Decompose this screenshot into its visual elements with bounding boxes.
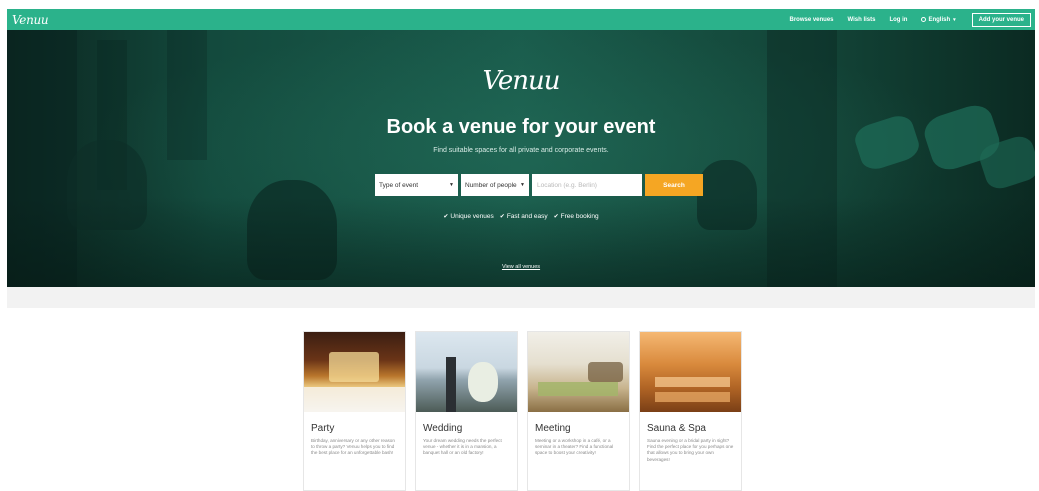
language-selector[interactable]: English ▾ [921,16,956,23]
feature-list: ✔ Unique venues ✔ Fast and easy ✔ Free book… [7,213,1035,220]
chevron-down-icon: ▾ [953,16,956,23]
feature-item: ✔ Unique venues [443,213,493,220]
hero-subtitle: Find suitable spaces for all private and… [433,147,609,154]
sauna-bench [655,392,730,402]
event-category-cards: Party Birthday, anniversary or any other… [303,331,751,491]
check-icon: ✔ [443,214,449,220]
sauna-bench [655,377,730,387]
tables [304,387,405,412]
main-nav: Browse venues Wish lists Log in English ▾… [775,9,1035,30]
globe-icon [921,16,927,22]
category-card-meeting[interactable]: Meeting Meeting or a workshop in a café,… [527,331,630,491]
card-title: Wedding [423,423,463,434]
feature-item: ✔ Fast and easy [500,213,548,220]
type-of-event-label: Type of event [379,181,419,189]
groom-figure [446,357,456,412]
number-of-people-select[interactable]: Number of people ▼ [461,174,529,196]
dropdown-arrow-icon: ▼ [449,182,454,188]
card-title: Meeting [535,423,571,434]
hero-bottom-shade [7,197,1035,287]
location-input[interactable] [532,174,642,196]
wish-lists-link[interactable]: Wish lists [848,17,876,23]
hero-title: Book a venue for your event [386,116,656,138]
search-button[interactable]: Search [645,174,703,196]
category-card-party[interactable]: Party Birthday, anniversary or any other… [303,331,406,491]
wedding-image [416,332,517,412]
header-logo[interactable]: Venuu [12,13,49,27]
card-description: Your dream wedding needs the perfect ven… [423,438,502,456]
card-description: Meeting or a workshop in a café, or a se… [535,438,614,456]
party-image [304,332,405,412]
meeting-image [528,332,629,412]
chairs [538,382,618,396]
flowers [468,362,498,402]
card-description: Sauna evening or a bridal party in sight… [647,438,734,462]
top-navigation-bar: Venuu Browse venues Wish lists Log in En… [7,9,1035,30]
stage-light [329,352,379,382]
browse-venues-link[interactable]: Browse venues [789,17,833,23]
view-all-venues-link[interactable]: View all venues [7,264,1035,270]
add-your-venue-button[interactable]: Add your venue [971,12,1031,27]
sauna-image [640,332,741,412]
number-of-people-label: Number of people [465,181,517,189]
type-of-event-select[interactable]: Type of event ▼ [375,174,458,196]
section-divider-band [7,287,1035,308]
dropdown-arrow-icon: ▼ [520,182,525,188]
log-in-link[interactable]: Log in [889,17,907,23]
card-title: Party [311,423,335,434]
feature-label: Free booking [560,213,599,220]
hero-section: Venuu Book a venue for your event Find s… [7,30,1035,287]
category-card-wedding[interactable]: Wedding Your dream wedding needs the per… [415,331,518,491]
check-icon: ✔ [553,214,559,220]
check-icon: ✔ [499,214,505,220]
language-label: English [928,16,951,23]
barrels [588,362,623,382]
card-title: Sauna & Spa [647,423,706,434]
hero-logo: Venuu [482,66,560,96]
search-form: Type of event ▼ Number of people ▼ Searc… [375,174,703,196]
feature-label: Unique venues [450,213,494,220]
feature-item: ✔ Free booking [554,213,599,220]
feature-label: Fast and easy [506,213,548,220]
card-description: Birthday, anniversary or any other reaso… [311,438,395,456]
browser-frame: Venuu Browse venues Wish lists Log in En… [7,9,1035,287]
category-card-sauna-spa[interactable]: Sauna & Spa Sauna evening or a bridal pa… [639,331,742,491]
